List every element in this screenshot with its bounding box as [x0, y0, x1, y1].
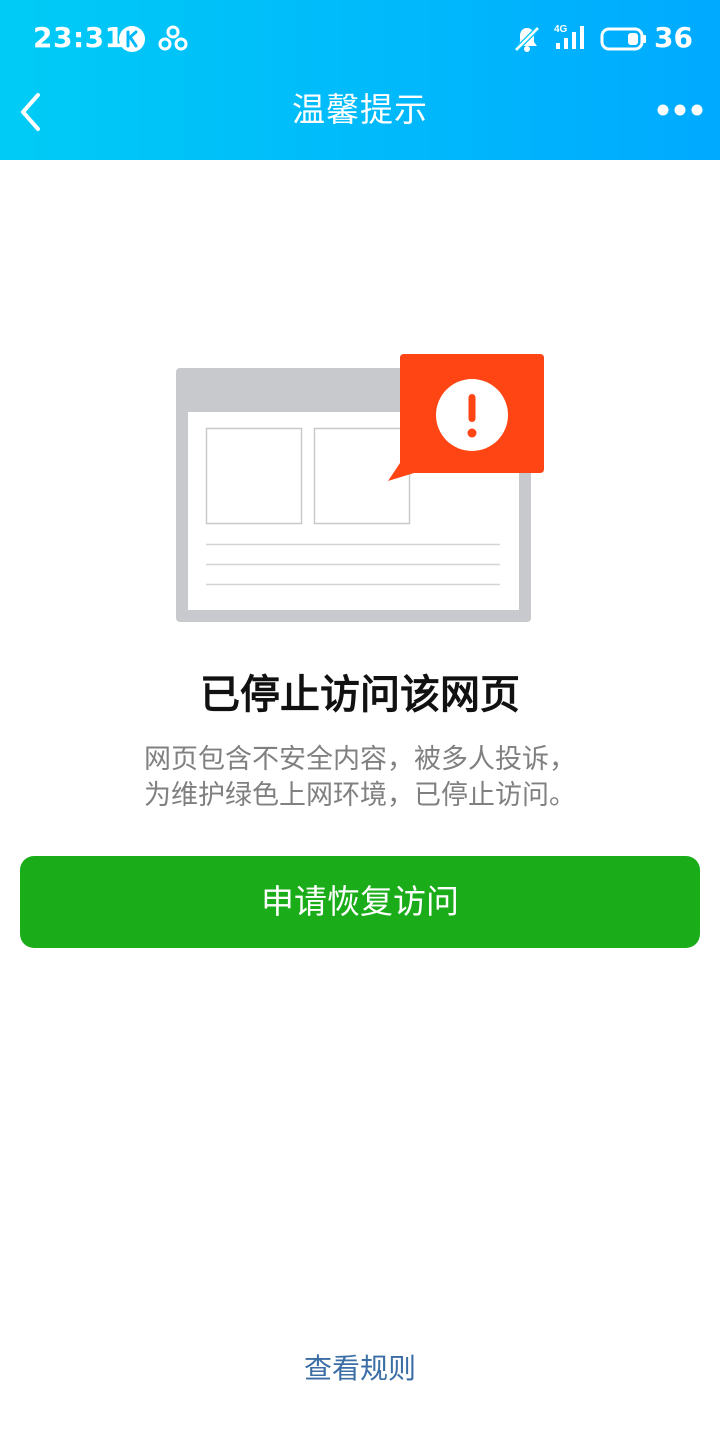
exclamation-bar: [468, 394, 476, 422]
blocked-description: 网页包含不安全内容，被多人投诉， 为维护绿色上网环境，已停止访问。: [60, 742, 660, 814]
svg-text:4G: 4G: [554, 24, 568, 35]
battery-icon: [600, 27, 646, 51]
view-rules-link[interactable]: 查看规则: [260, 1348, 460, 1390]
header: 23:31 4G 36 温馨提示: [0, 0, 720, 160]
page-title: 温馨提示: [292, 90, 428, 129]
more-dots-icon: [657, 104, 703, 116]
k-badge-icon: [119, 26, 145, 52]
request-restore-access-button[interactable]: 申请恢复访问: [20, 856, 700, 948]
nav-bar: 温馨提示: [0, 76, 720, 160]
blocked-title: 已停止访问该网页: [200, 672, 520, 718]
exclamation-dot: [467, 428, 477, 438]
status-time: 23:31: [33, 21, 125, 54]
chevron-left-icon: [21, 93, 40, 131]
connection-icon: [158, 25, 188, 51]
battery-level: 36: [654, 21, 693, 54]
status-bar: 23:31 4G 36: [0, 0, 720, 76]
signal-icon: 4G: [554, 24, 584, 49]
blocked-webpage-icon: [176, 354, 544, 622]
back-button[interactable]: [8, 82, 52, 142]
mute-bell-icon: [514, 26, 540, 52]
description-line-1: 网页包含不安全内容，被多人投诉，: [144, 744, 576, 775]
more-button[interactable]: [650, 90, 710, 130]
description-line-2: 为维护绿色上网环境，已停止访问。: [144, 780, 576, 811]
